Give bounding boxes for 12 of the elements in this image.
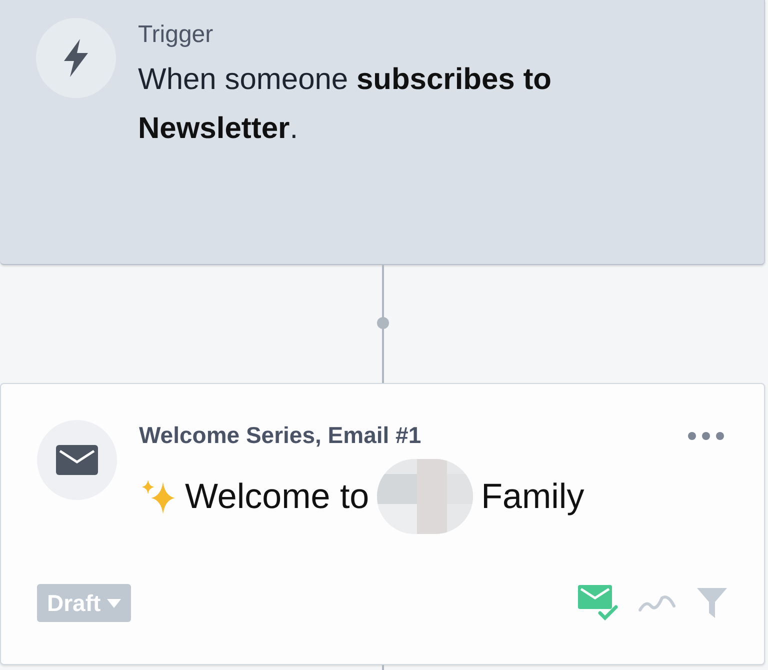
email-series-label: Welcome Series, Email #1 (139, 422, 422, 449)
email-card[interactable]: Welcome Series, Email #1 Welcome to Family Draft (0, 383, 765, 665)
email-title-end: Family (481, 476, 584, 516)
trigger-sentence: When someone subscribes to Newsletter. (138, 62, 553, 147)
trigger-label: Trigger (138, 21, 214, 49)
mail-check-icon[interactable] (578, 585, 618, 621)
trigger-card[interactable]: Trigger When someone subscribes to Newsletter. (0, 0, 765, 265)
envelope-icon (56, 445, 98, 475)
lightning-icon (62, 39, 90, 77)
caret-icon (106, 598, 121, 608)
email-title-start: Welcome to (185, 476, 370, 516)
filter-icon[interactable] (696, 587, 728, 619)
